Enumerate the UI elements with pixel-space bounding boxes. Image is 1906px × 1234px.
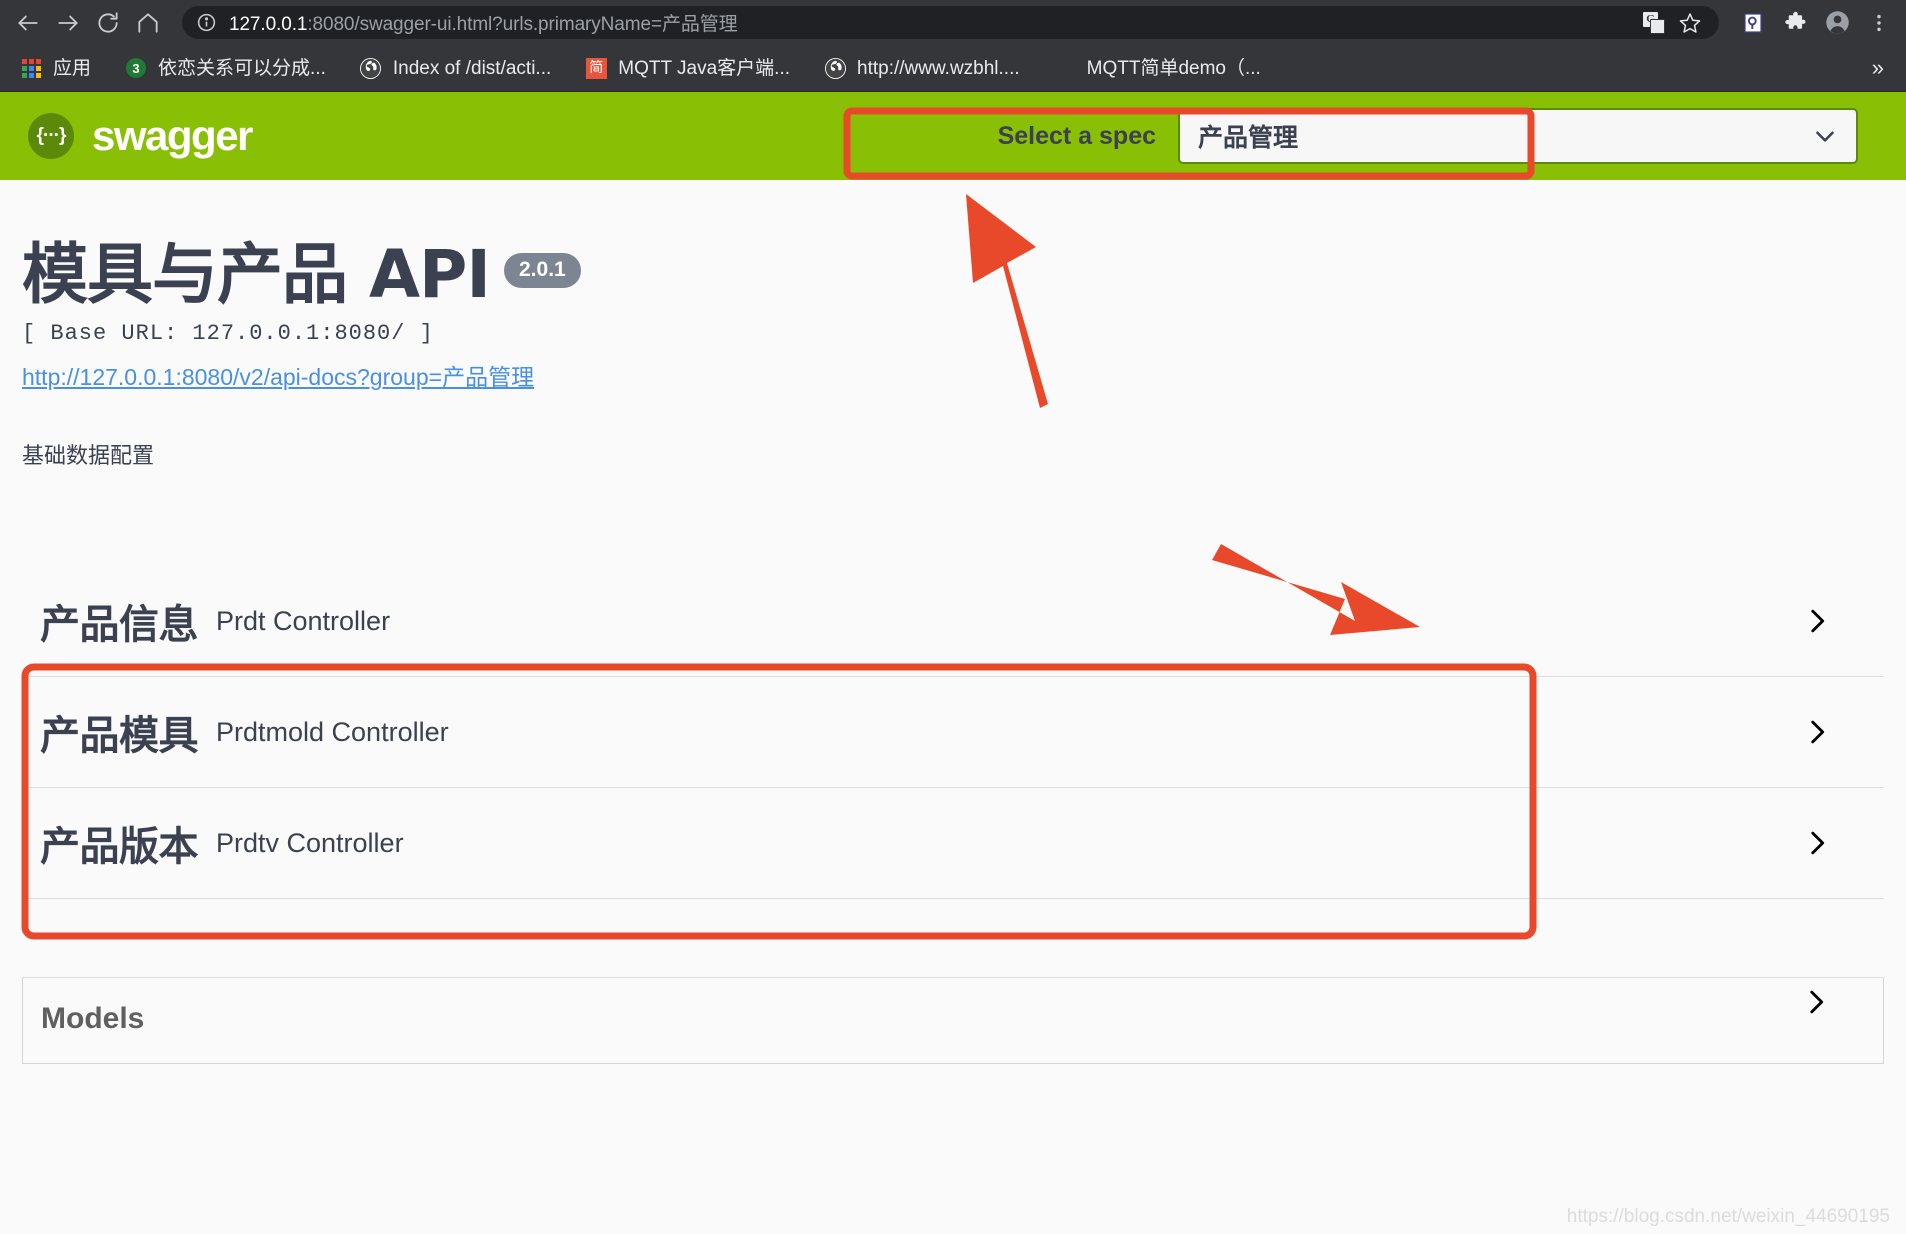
chevron-right-icon[interactable] <box>1800 826 1862 860</box>
account-avatar-icon[interactable] <box>1818 4 1856 42</box>
tag-block-prdtmold: 产品模具 Prdtmold Controller <box>22 677 1884 789</box>
api-title-row: 模具与产品 API 2.0.1 <box>22 240 1884 309</box>
blank-favicon-icon <box>1054 57 1076 79</box>
magnifier-extension-icon[interactable] <box>1734 4 1772 42</box>
puzzle-piece-icon[interactable] <box>1776 4 1814 42</box>
url-text[interactable]: 127.0.0.1:8080/swagger-ui.html?urls.prim… <box>229 9 1631 36</box>
bookmark-label: MQTT简单demo（... <box>1086 57 1261 79</box>
bookmark-mqtt-java[interactable]: 简 MQTT Java客户端... <box>575 51 800 85</box>
bookmark-index-dist[interactable]: Index of /dist/acti... <box>350 51 561 85</box>
toolbar-right-icons <box>1728 4 1898 42</box>
chevron-down-icon <box>1812 123 1838 149</box>
chevron-right-icon[interactable] <box>1800 604 1862 638</box>
address-bar[interactable]: 127.0.0.1:8080/swagger-ui.html?urls.prim… <box>182 6 1719 39</box>
swagger-brace-icon: {···} <box>28 113 74 159</box>
red-jian-icon: 简 <box>585 57 607 79</box>
bookmarks-overflow-button[interactable]: » <box>1872 55 1896 81</box>
tag-description: Prdtmold Controller <box>216 716 449 747</box>
tag-name: 产品信息 <box>40 602 199 649</box>
forward-arrow-icon[interactable] <box>48 3 88 43</box>
bookmark-yilian[interactable]: 3 依恋关系可以分成... <box>115 51 336 85</box>
globe-icon <box>824 57 846 79</box>
apps-grid-icon <box>20 57 42 79</box>
swagger-topbar: {···} swagger Select a spec 产品管理 <box>0 92 1906 180</box>
chevron-right-icon[interactable] <box>1800 715 1862 749</box>
version-badge: 2.0.1 <box>504 253 581 288</box>
bookmarks-bar: 应用 3 依恋关系可以分成... Index of /dist/acti... … <box>0 45 1906 92</box>
tag-name: 产品模具 <box>40 713 199 760</box>
info-circle-icon[interactable] <box>196 12 217 33</box>
watermark-text: https://blog.csdn.net/weixin_44690195 <box>1566 1206 1890 1227</box>
spec-select-dropdown[interactable]: 产品管理 <box>1178 108 1858 164</box>
models-title: Models <box>41 1001 145 1035</box>
swagger-wordmark: swagger <box>92 112 253 159</box>
bookmark-label: Index of /dist/acti... <box>392 57 552 79</box>
back-arrow-icon[interactable] <box>8 3 48 43</box>
swagger-content: 模具与产品 API 2.0.1 [ Base URL: 127.0.0.1:80… <box>0 180 1906 1065</box>
bookmark-apps[interactable]: 应用 <box>10 51 101 85</box>
tag-row[interactable]: 产品信息 Prdt Controller <box>22 566 1884 676</box>
models-section[interactable]: Models <box>22 978 1884 1065</box>
url-path: :8080/swagger-ui.html?urls.primaryName=产… <box>307 14 738 35</box>
swagger-logo[interactable]: {···} swagger <box>28 112 253 160</box>
tag-row <box>22 899 1884 977</box>
globe-icon <box>360 57 382 79</box>
tag-row[interactable]: 产品版本 Prdtv Controller <box>22 788 1884 898</box>
tag-description: Prdtv Controller <box>216 827 404 858</box>
spec-selector-area: Select a spec 产品管理 <box>998 108 1878 164</box>
page-title: 模具与产品 API <box>22 236 491 313</box>
tag-name: 产品版本 <box>40 824 199 871</box>
api-docs-link[interactable]: http://127.0.0.1:8080/v2/api-docs?group=… <box>22 358 534 392</box>
tag-block-prdtv: 产品版本 Prdtv Controller <box>22 788 1884 900</box>
base-url-text: [ Base URL: 127.0.0.1:8080/ ] <box>22 321 434 347</box>
swagger-ui-page: {···} swagger Select a spec 产品管理 模具与产品 A… <box>0 92 1906 1234</box>
bookmark-mqtt-demo[interactable]: MQTT简单demo（... <box>1044 51 1271 85</box>
three-dot-menu-icon[interactable] <box>1860 4 1898 42</box>
tag-row[interactable]: 产品模具 Prdtmold Controller <box>22 677 1884 787</box>
tag-block-prdt: 产品信息 Prdt Controller <box>22 566 1884 678</box>
chevron-right-icon[interactable] <box>1799 985 1861 1019</box>
star-icon[interactable] <box>1675 8 1705 38</box>
api-description: 基础数据配置 <box>22 444 155 470</box>
bookmark-label: 依恋关系可以分成... <box>158 57 326 79</box>
select-a-spec-label: Select a spec <box>997 121 1156 150</box>
reload-icon[interactable] <box>88 3 128 43</box>
browser-toolbar: 127.0.0.1:8080/swagger-ui.html?urls.prim… <box>0 0 1906 45</box>
api-info-block: 模具与产品 API 2.0.1 [ Base URL: 127.0.0.1:80… <box>22 180 1884 470</box>
green-circle-3-icon: 3 <box>125 57 147 79</box>
url-host: 127.0.0.1 <box>229 14 308 35</box>
spec-select-value: 产品管理 <box>1198 123 1299 152</box>
swagger-brace-glyph: {···} <box>36 125 67 146</box>
bookmark-label: MQTT Java客户端... <box>618 57 791 79</box>
home-icon[interactable] <box>128 3 168 43</box>
translate-icon[interactable]: G <box>1639 8 1669 38</box>
bookmark-label: http://www.wzbhl.... <box>857 57 1020 79</box>
tag-description: Prdt Controller <box>216 605 391 636</box>
bookmark-wzbhl[interactable]: http://www.wzbhl.... <box>814 51 1030 85</box>
bookmark-label: 应用 <box>53 57 92 79</box>
tags-list: 产品信息 Prdt Controller 产品模具 Prdtmold Contr… <box>22 566 1884 979</box>
tag-block-empty <box>22 899 1884 979</box>
browser-chrome: 127.0.0.1:8080/swagger-ui.html?urls.prim… <box>0 0 1906 92</box>
